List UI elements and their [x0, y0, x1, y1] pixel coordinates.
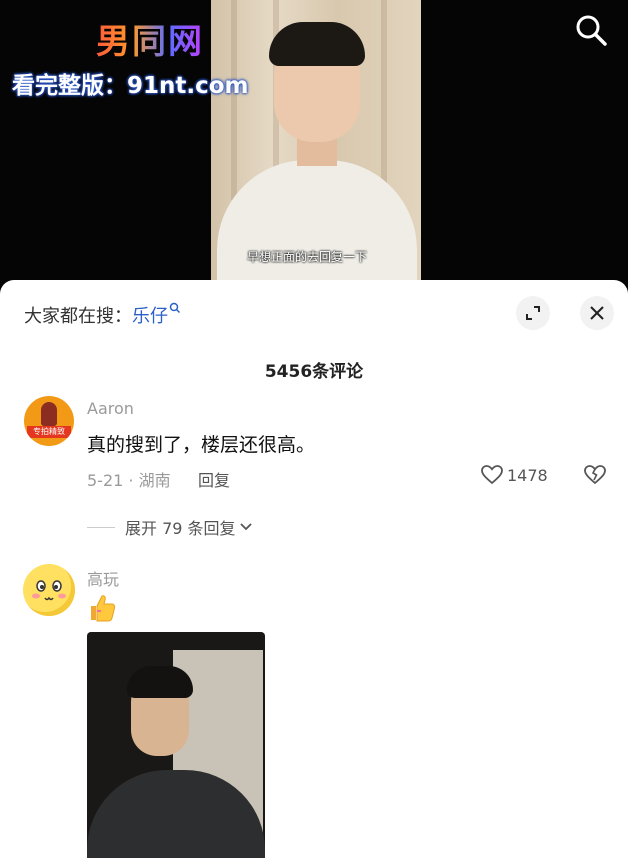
comment-username[interactable]: 高玩 [87, 566, 119, 590]
comment-text[interactable]: 真的搜到了，楼层还很高。 [87, 430, 315, 457]
close-icon [590, 306, 604, 320]
comment-username[interactable]: Aaron [87, 399, 134, 418]
person-hair [269, 22, 365, 66]
avatar-badge-text: 专拍精致 [27, 426, 71, 438]
expand-button[interactable] [516, 296, 550, 330]
divider [87, 526, 115, 528]
video-player[interactable]: 早想正面的去回复一下 男同网 看完整版：91nt.com [0, 0, 628, 300]
avatar[interactable] [23, 564, 75, 616]
thumbs-up-icon [87, 593, 117, 623]
like-button[interactable]: 1478 [481, 465, 548, 485]
avatar-figure [41, 402, 57, 426]
app-root: 早想正面的去回复一下 男同网 看完整版：91nt.com 大家都在搜：乐仔 54… [0, 0, 628, 858]
curtain [231, 0, 237, 200]
expand-replies-button[interactable]: 展开 79 条回复 [87, 515, 253, 539]
reply-button[interactable]: 回复 [198, 467, 230, 491]
avatar[interactable]: 专拍精致 [24, 396, 74, 446]
expand-replies-label: 展开 79 条回复 [125, 519, 236, 538]
search-icon[interactable] [573, 12, 609, 48]
close-button[interactable] [580, 296, 614, 330]
small-search-icon [169, 302, 181, 314]
search-suggestion-prefix: 大家都在搜： [24, 306, 132, 327]
comment-count: 5456条评论 [264, 362, 364, 382]
person-shirt [217, 160, 417, 290]
search-suggestion[interactable]: 大家都在搜：乐仔 [24, 302, 181, 328]
cute-face-avatar-icon [32, 580, 66, 601]
chevron-down-icon [239, 523, 252, 531]
comment-meta: 5-21 · 湖南 [87, 471, 171, 490]
like-count: 1478 [507, 465, 548, 485]
video-subtitle: 早想正面的去回复一下 [247, 250, 368, 264]
comment-video-thumbnail[interactable] [87, 632, 265, 858]
watermark-logo: 男同网 [96, 14, 204, 63]
watermark-url: 看完整版：91nt.com [12, 73, 249, 99]
curtain [381, 0, 387, 200]
expand-icon [526, 306, 540, 320]
dislike-button[interactable] [584, 465, 606, 489]
comment-sheet: 大家都在搜：乐仔 5456条评论 专拍精致 Aaron 真的搜到了，楼层还很高。… [0, 280, 628, 858]
video-frame: 早想正面的去回复一下 [211, 0, 421, 290]
heart-icon [481, 465, 503, 485]
broken-heart-icon [584, 465, 606, 485]
search-suggestion-keyword[interactable]: 乐仔 [132, 306, 168, 327]
thumbnail-person-hair [127, 666, 193, 698]
